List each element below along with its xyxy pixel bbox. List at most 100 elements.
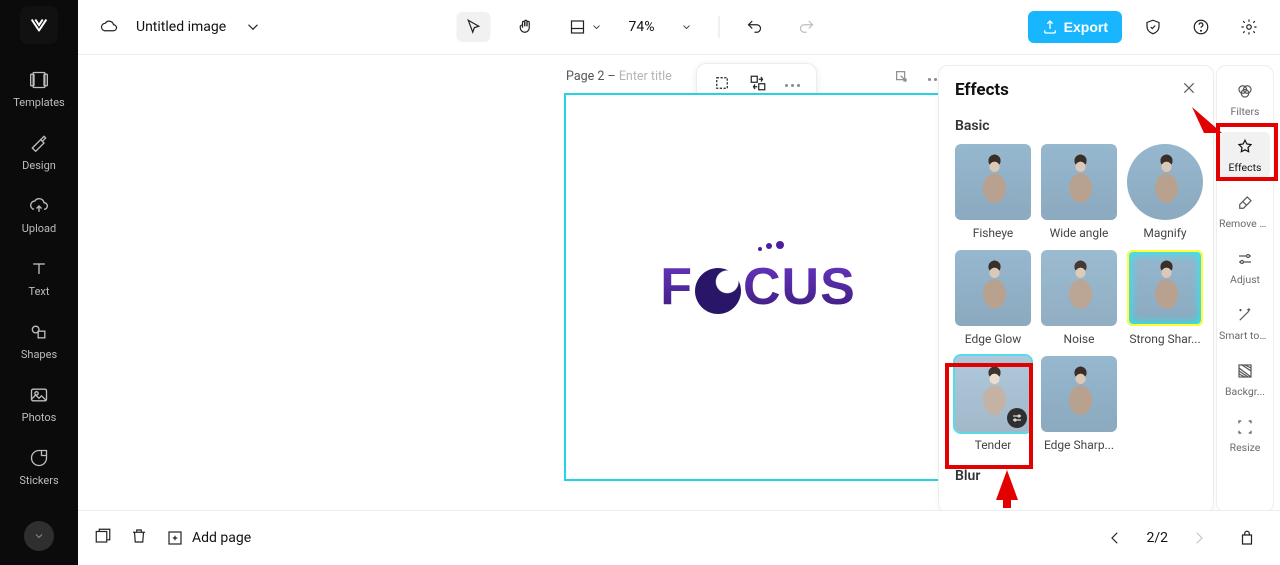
rail-remove-bg[interactable]: Remove backgr... — [1220, 188, 1270, 234]
right-tool-rail: Filters Effects Remove backgr... Adjust … — [1216, 65, 1274, 510]
shield-button[interactable] — [1136, 12, 1170, 42]
separator — [719, 16, 720, 38]
sliders-icon — [1234, 248, 1256, 270]
title-menu-button[interactable] — [236, 12, 270, 42]
leftbar-stickers[interactable]: Stickers — [0, 436, 78, 499]
canvas-page[interactable]: F C U S — [564, 93, 952, 481]
add-page-label: Add page — [192, 530, 251, 546]
export-icon — [1042, 19, 1058, 35]
rail-effects[interactable]: Effects — [1220, 132, 1270, 178]
rail-resize[interactable]: Resize — [1220, 412, 1270, 458]
eraser-icon — [1234, 192, 1256, 214]
layers-icon — [94, 527, 112, 545]
expand-button[interactable] — [894, 69, 910, 89]
frame-tool[interactable] — [561, 12, 611, 42]
gear-icon — [1240, 18, 1258, 36]
next-page-button[interactable] — [1182, 523, 1216, 553]
prev-page-button[interactable] — [1098, 523, 1132, 553]
leftbar-label: Photos — [22, 411, 57, 424]
add-page-icon — [166, 529, 184, 547]
undo-icon — [746, 18, 764, 36]
text-icon — [27, 257, 51, 281]
layers-button[interactable] — [94, 527, 112, 549]
redo-icon — [798, 18, 816, 36]
leftbar-photos[interactable]: Photos — [0, 373, 78, 436]
design-icon — [27, 131, 51, 155]
redo-button[interactable] — [790, 12, 824, 42]
app-logo[interactable] — [20, 6, 58, 44]
crop-icon — [713, 74, 731, 92]
add-page-button[interactable]: Add page — [166, 529, 251, 547]
leftbar-label: Upload — [22, 222, 56, 235]
shield-check-icon — [1144, 18, 1162, 36]
expand-icon — [894, 69, 910, 85]
effect-wide-angle[interactable]: Wide angle — [1041, 144, 1117, 240]
rail-smart-tools[interactable]: Smart tools — [1220, 300, 1270, 346]
effect-fisheye[interactable]: Fisheye — [955, 144, 1031, 240]
cursor-icon — [465, 18, 483, 36]
user-avatar[interactable] — [24, 521, 54, 551]
zoom-menu-button[interactable] — [673, 15, 701, 39]
wand-icon — [1234, 304, 1256, 326]
leftbar-label: Design — [22, 159, 56, 172]
settings-button[interactable] — [1232, 12, 1266, 42]
more-button[interactable] — [785, 84, 800, 87]
hand-icon — [517, 18, 535, 36]
effects-panel-title: Effects — [955, 80, 1009, 100]
cloud-icon — [100, 18, 118, 36]
select-tool[interactable] — [457, 12, 491, 42]
chevron-down-icon — [244, 18, 262, 36]
templates-icon — [27, 68, 51, 92]
filters-icon — [1234, 80, 1256, 102]
canvas-area: Page 2 – Enter title F C — [78, 55, 1280, 510]
effect-magnify[interactable]: Magnify — [1127, 144, 1203, 240]
zoom-level[interactable]: 74% — [629, 19, 655, 35]
leftbar-upload[interactable]: Upload — [0, 184, 78, 247]
bottom-toolbar: Add page 2/2 — [78, 510, 1280, 565]
frame-icon — [569, 18, 587, 36]
effect-edge-glow[interactable]: Edge Glow — [955, 250, 1031, 346]
bag-icon — [1238, 529, 1256, 547]
chevron-down-icon — [591, 21, 603, 33]
logo-o-mark — [695, 268, 741, 314]
leftbar-shapes[interactable]: Shapes — [0, 310, 78, 373]
leftbar-label: Templates — [13, 96, 64, 109]
focus-logo: F C U S — [660, 257, 856, 317]
leftbar-label: Shapes — [21, 348, 57, 361]
photos-icon — [27, 383, 51, 407]
effect-strong-sharpen[interactable]: Strong Shar... — [1127, 250, 1203, 346]
page-counter: 2/2 — [1146, 530, 1168, 546]
effects-basic-title: Basic — [955, 118, 1197, 134]
swap-icon — [749, 74, 767, 92]
trash-icon — [130, 527, 148, 545]
close-icon — [1181, 80, 1197, 96]
effect-edge-sharpen[interactable]: Edge Sharp... — [1041, 356, 1117, 452]
close-panel-button[interactable] — [1181, 80, 1197, 100]
export-button[interactable]: Export — [1028, 11, 1122, 43]
left-app-bar: Templates Design Upload Text Shapes Phot… — [0, 0, 78, 565]
chevron-left-icon — [1106, 529, 1124, 547]
export-label: Export — [1064, 19, 1108, 35]
lock-button[interactable] — [1230, 523, 1264, 553]
project-title[interactable]: Untitled image — [136, 19, 226, 35]
page-label: Page 2 – Enter title — [566, 69, 672, 84]
effect-noise[interactable]: Noise — [1041, 250, 1117, 346]
logo-dots — [758, 243, 784, 251]
page-title-input[interactable]: Enter title — [619, 69, 672, 84]
effect-adjust-button[interactable] — [1007, 408, 1027, 428]
rail-filters[interactable]: Filters — [1220, 76, 1270, 122]
chevron-down-icon — [681, 21, 693, 33]
leftbar-text[interactable]: Text — [0, 247, 78, 310]
undo-button[interactable] — [738, 12, 772, 42]
help-button[interactable] — [1184, 12, 1218, 42]
leftbar-design[interactable]: Design — [0, 121, 78, 184]
effects-panel: Effects Basic Fisheye Wide angle Magnify… — [938, 65, 1214, 510]
leftbar-templates[interactable]: Templates — [0, 58, 78, 121]
effect-tender[interactable]: Tender — [955, 356, 1031, 452]
rail-background[interactable]: Backgr... — [1220, 356, 1270, 402]
hand-tool[interactable] — [509, 12, 543, 42]
cloud-sync-button[interactable] — [92, 12, 126, 42]
chevron-right-icon — [1190, 529, 1208, 547]
rail-adjust[interactable]: Adjust — [1220, 244, 1270, 290]
delete-button[interactable] — [130, 527, 148, 549]
